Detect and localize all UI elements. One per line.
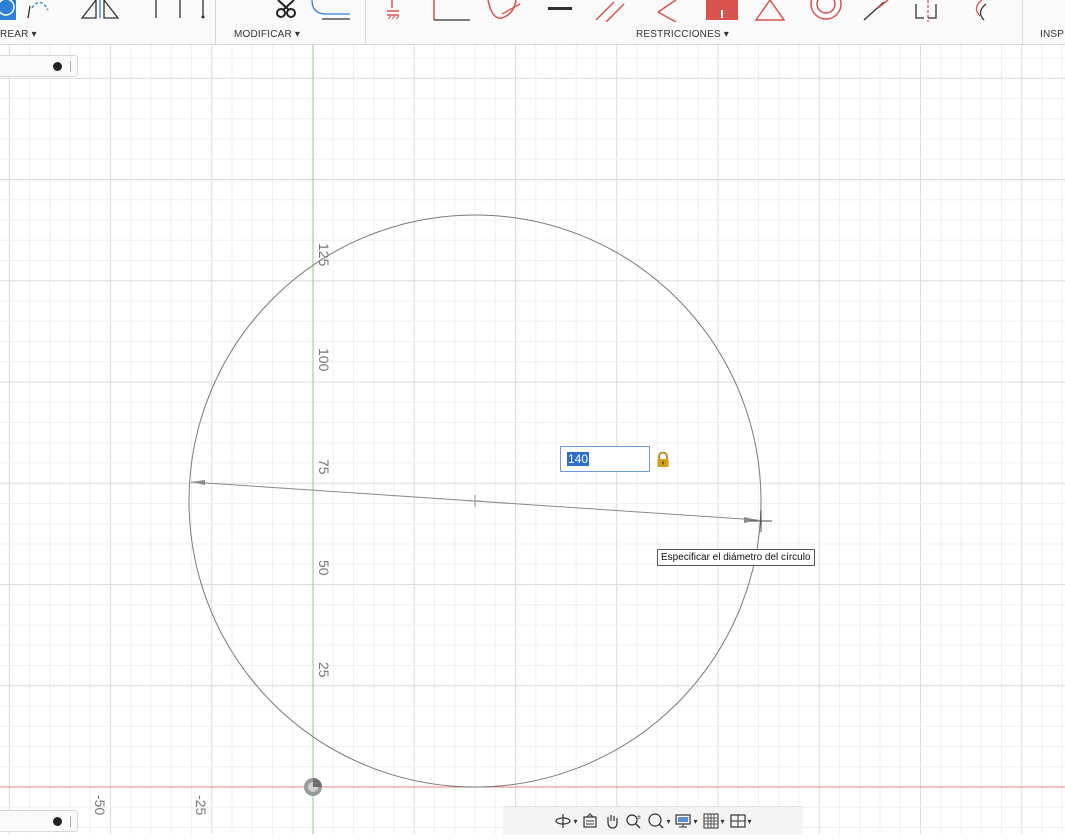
fillet-tool-icon[interactable] bbox=[310, 0, 354, 22]
grid-icon[interactable]: ▾ bbox=[702, 812, 725, 830]
perpendicular-constraint-icon[interactable] bbox=[432, 0, 472, 22]
axis-label-100: 100 bbox=[316, 348, 332, 372]
restricciones-menu[interactable]: RESTRICCIONES ▾ bbox=[636, 29, 729, 40]
collapse-dot-icon bbox=[53, 62, 62, 71]
equal-constraint-icon[interactable] bbox=[862, 0, 892, 22]
axis-label-125: 125 bbox=[316, 243, 332, 267]
sketch-drawing: 125 100 75 50 25 -50 -25 bbox=[0, 45, 1065, 834]
pan-icon[interactable] bbox=[603, 812, 621, 830]
circle-tool-icon[interactable] bbox=[0, 0, 20, 22]
crear-menu[interactable]: REAR ▾ bbox=[0, 29, 37, 40]
comments-panel-toggle[interactable] bbox=[0, 810, 78, 832]
viewports-icon[interactable]: ▾ bbox=[729, 812, 752, 830]
toolbar-divider bbox=[1022, 0, 1023, 44]
origin-point[interactable] bbox=[304, 778, 322, 796]
tooltip: Especificar el diámetro del círculo bbox=[657, 549, 815, 566]
axis-label-75: 75 bbox=[316, 459, 332, 475]
parallel-constraint-icon[interactable] bbox=[594, 0, 628, 22]
coincident-constraint-icon[interactable] bbox=[548, 0, 574, 22]
zoom-icon[interactable]: ± bbox=[625, 812, 643, 830]
cursor-crosshair-icon bbox=[750, 510, 772, 532]
curvature-constraint-icon[interactable] bbox=[968, 0, 998, 22]
trim-scissors-icon[interactable] bbox=[272, 0, 300, 22]
symmetry-constraint-icon[interactable] bbox=[914, 0, 948, 22]
arc-tool-icon[interactable] bbox=[26, 0, 50, 22]
navigation-bar: ▾ ± ▾ ▾ ▾ ▾ bbox=[503, 806, 803, 835]
concentric-constraint-icon[interactable] bbox=[808, 0, 844, 22]
diameter-input-field[interactable]: 140 bbox=[560, 446, 650, 472]
zoom-window-icon[interactable]: ▾ bbox=[647, 812, 670, 830]
sketch-canvas[interactable]: 125 100 75 50 25 -50 -25 bbox=[0, 45, 1065, 834]
collinear-constraint-icon[interactable] bbox=[654, 0, 680, 22]
axis-label-50: 50 bbox=[316, 560, 332, 576]
project-tool-icon[interactable] bbox=[197, 0, 209, 22]
modificar-menu[interactable]: MODIFICAR ▾ bbox=[234, 29, 300, 40]
browser-panel-toggle[interactable] bbox=[0, 55, 78, 77]
circle-center-mark bbox=[469, 495, 481, 507]
sketch-toolbar: REAR ▾ MODIFICAR ▾ RESTRICCIONES ▾ INSP bbox=[0, 0, 1065, 45]
inspeccionar-menu[interactable]: INSP bbox=[1040, 29, 1064, 40]
display-settings-icon[interactable]: ▾ bbox=[674, 812, 698, 830]
axis-label-neg25: -25 bbox=[193, 795, 209, 815]
collapse-dot-icon bbox=[53, 817, 62, 826]
orbit-icon[interactable]: ▾ bbox=[554, 812, 577, 830]
toolbar-divider bbox=[365, 0, 366, 44]
horizontal-vertical-constraint-icon[interactable] bbox=[384, 0, 406, 22]
offset-tool-icon[interactable] bbox=[150, 0, 190, 22]
axis-label-25: 25 bbox=[316, 662, 332, 678]
svg-text:±: ± bbox=[637, 814, 641, 821]
fix-constraint-icon[interactable] bbox=[706, 0, 740, 22]
diameter-value: 140 bbox=[567, 452, 590, 466]
toolbar-divider bbox=[215, 0, 216, 44]
mirror-tool-icon[interactable] bbox=[80, 0, 124, 22]
midpoint-constraint-icon[interactable] bbox=[754, 0, 798, 22]
axis-label-neg50: -50 bbox=[92, 795, 108, 815]
lock-icon[interactable] bbox=[656, 451, 670, 468]
tangent-constraint-icon[interactable] bbox=[486, 0, 522, 22]
look-at-icon[interactable] bbox=[581, 812, 599, 830]
grid-lines bbox=[0, 45, 1065, 834]
